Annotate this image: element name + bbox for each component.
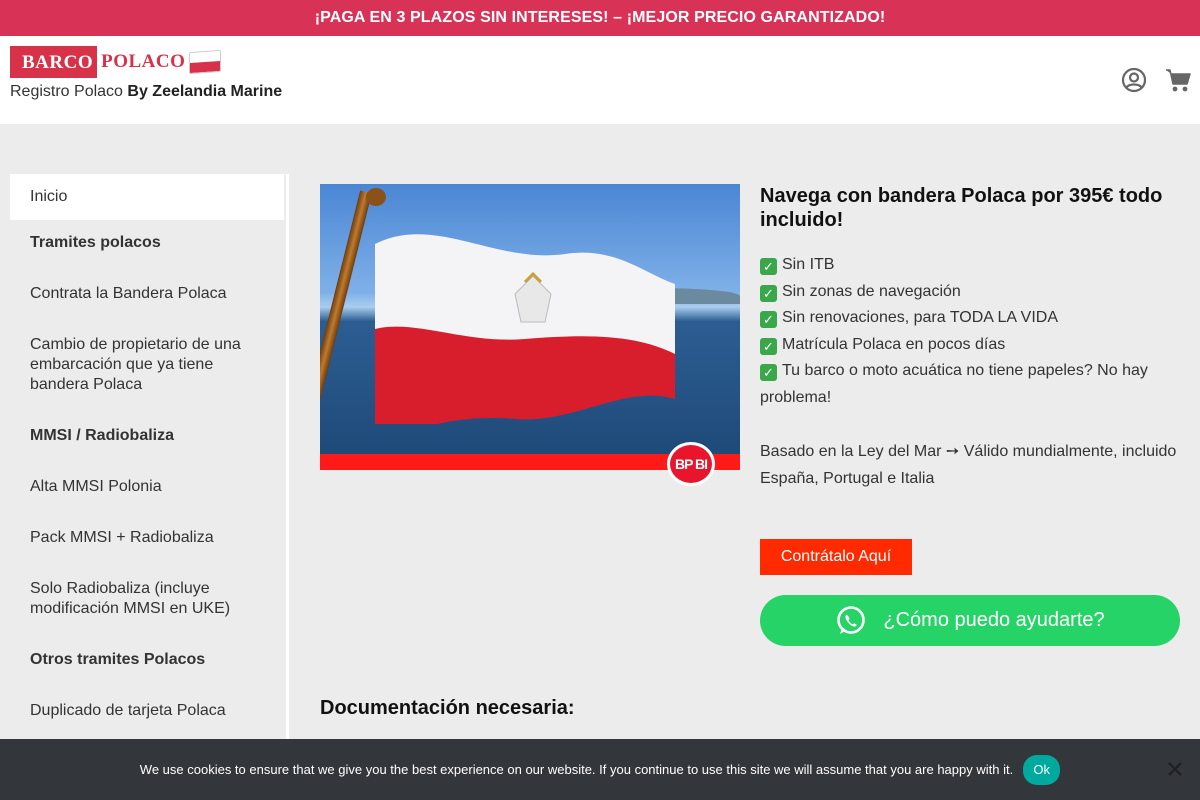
law-note: Basado en la Ley del Mar ➙ Válido mundia…: [760, 443, 1177, 487]
checkmark-icon: ✓: [760, 284, 777, 302]
sidebar-item-solo-radiobaliza[interactable]: Solo Radiobaliza (incluye modificación M…: [10, 579, 284, 619]
whatsapp-label: ¿Cómo puedo ayudarte?: [883, 609, 1105, 631]
sidebar-item-cambio-propietario[interactable]: Cambio de propietario de una embarcación…: [10, 335, 284, 395]
sidebar-item-label: Cambio de propietario de una embarcación…: [30, 336, 241, 393]
cookie-ok-button[interactable]: Ok: [1023, 754, 1061, 785]
cart-icon[interactable]: [1165, 67, 1191, 93]
cookie-text: We use cookies to ensure that we give yo…: [139, 762, 1014, 777]
page-title: Navega con bandera Polaca por 395€ todo …: [760, 185, 1163, 231]
hero-image: BP BI: [320, 184, 740, 486]
poland-flag-icon: [189, 49, 222, 75]
sidebar-nav: Inicio Tramites polacos Contrata la Band…: [10, 174, 284, 721]
sidebar-heading-tramites-polacos[interactable]: Tramites polacos: [10, 233, 284, 253]
feature-item: ✓ Matrícula Polaca en pocos días: [760, 332, 1180, 359]
checkmark-icon: ✓: [760, 364, 777, 381]
whatsapp-help-button[interactable]: ¿Cómo puedo ayudarte?: [760, 595, 1180, 646]
sidebar-item-label: Inicio: [30, 188, 68, 205]
main-content: Navega con bandera Polaca por 395€ todo …: [760, 184, 1180, 492]
flag-pole-top: [366, 188, 386, 206]
logo-barco-text: BARCO: [10, 46, 98, 78]
sidebar-item-inicio[interactable]: Inicio: [10, 174, 284, 220]
sidebar-item-pack-mmsi[interactable]: Pack MMSI + Radiobaliza: [10, 528, 284, 548]
whatsapp-icon: [837, 605, 866, 634]
flag-pole: [320, 190, 372, 470]
documentation-heading: Documentación necesaria:: [320, 697, 575, 719]
sidebar-item-label: Contrata la Bandera Polaca: [30, 285, 227, 302]
promo-text: ¡PAGA EN 3 PLAZOS SIN INTERESES! – ¡MEJO…: [314, 9, 886, 26]
sidebar-item-duplicado-tarjeta[interactable]: Duplicado de tarjeta Polaca: [10, 701, 284, 721]
checkmark-icon: ✓: [760, 337, 777, 355]
tagline-prefix: Registro Polaco: [10, 83, 128, 100]
site-logo[interactable]: BARCO POLACO: [10, 46, 222, 78]
feature-item: ✓ Sin renovaciones, para TODA LA VIDA: [760, 305, 1180, 332]
contratalo-button[interactable]: Contrátalo Aquí: [760, 539, 912, 575]
feature-item: ✓ Sin zonas de navegación: [760, 279, 1180, 306]
feature-text: Sin ITB: [782, 256, 835, 273]
logo-polaco-text: POLACO: [101, 51, 186, 72]
sidebar-item-label: Solo Radiobaliza (incluye modificación M…: [30, 580, 231, 617]
sidebar-item-label: Alta MMSI Polonia: [30, 478, 162, 495]
polish-flag-graphic: [375, 234, 675, 424]
tagline-company: By Zeelandia Marine: [127, 83, 283, 100]
checkmark-icon: ✓: [760, 311, 777, 328]
feature-text: Tu barco o moto acuática no tiene papele…: [760, 362, 1148, 406]
user-circle-icon[interactable]: [1121, 67, 1147, 93]
promo-banner: ¡PAGA EN 3 PLAZOS SIN INTERESES! – ¡MEJO…: [0, 0, 1200, 36]
sidebar-heading-mmsi[interactable]: MMSI / Radiobaliza: [10, 426, 284, 446]
sidebar-heading-otros-tramites[interactable]: Otros tramites Polacos: [10, 650, 284, 670]
feature-item: ✓ Tu barco o moto acuática no tiene papel…: [760, 358, 1180, 411]
feature-text: Sin renovaciones, para TODA LA VIDA: [782, 309, 1059, 326]
sidebar-item-label: Tramites polacos: [30, 234, 161, 251]
sidebar-divider: [286, 174, 289, 754]
close-icon[interactable]: [1167, 761, 1183, 777]
feature-list: ✓ Sin ITB ✓ Sin zonas de navegación ✓ Sin r…: [760, 252, 1180, 411]
feature-text: Sin zonas de navegación: [782, 282, 961, 300]
site-tagline: Registro Polaco By Zeelandia Marine: [10, 83, 282, 101]
bp-logo-badge: BP BI: [667, 442, 715, 486]
feature-item: ✓ Sin ITB: [760, 252, 1180, 279]
sidebar-item-label: Pack MMSI + Radiobaliza: [30, 529, 214, 546]
sidebar-item-contrata-bandera[interactable]: Contrata la Bandera Polaca: [10, 284, 284, 304]
sidebar-item-label: Duplicado de tarjeta Polaca: [30, 702, 226, 719]
feature-text: Matrícula Polaca en pocos días: [782, 335, 1006, 353]
cookie-notice: We use cookies to ensure that we give yo…: [0, 739, 1200, 800]
polish-flag-photo: [320, 184, 740, 470]
sidebar-item-label: Otros tramites Polacos: [30, 651, 206, 668]
checkmark-icon: ✓: [760, 258, 777, 275]
sidebar-item-alta-mmsi[interactable]: Alta MMSI Polonia: [10, 477, 284, 497]
sidebar-item-label: MMSI / Radiobaliza: [30, 427, 175, 444]
site-header: BARCO POLACO Registro Polaco By Zeelandi…: [0, 36, 1200, 124]
